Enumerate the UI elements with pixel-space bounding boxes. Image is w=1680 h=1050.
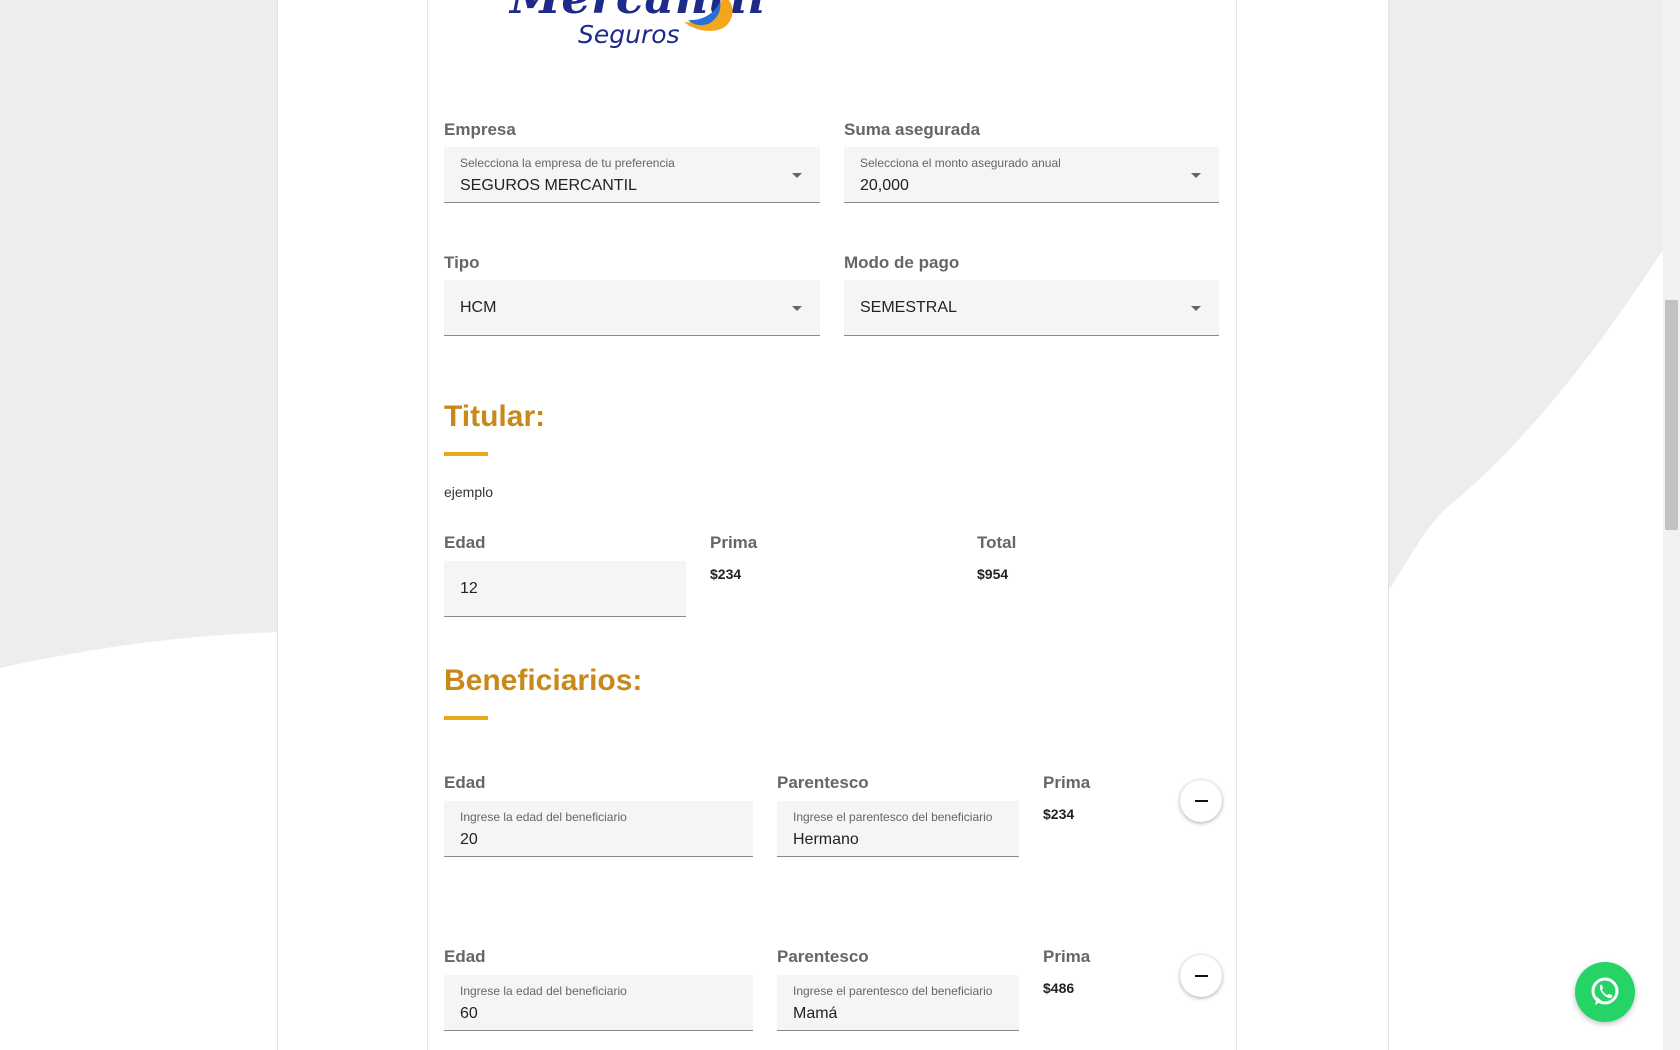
beneficiario-parentesco-label: Parentesco bbox=[777, 947, 869, 966]
titular-edad-label: Edad bbox=[444, 533, 486, 552]
beneficiario-edad-value: 20 bbox=[460, 831, 478, 848]
titular-prima-value: $234 bbox=[710, 566, 742, 582]
caret-down-icon bbox=[792, 173, 802, 178]
beneficiarios-title: Beneficiarios: bbox=[444, 664, 643, 697]
titular-total-label: Total bbox=[977, 533, 1017, 552]
caret-down-icon bbox=[792, 306, 802, 311]
beneficiario-prima-value: $234 bbox=[1043, 806, 1075, 822]
titular-total-value: $954 bbox=[977, 566, 1009, 582]
beneficiario-edad-label: Edad bbox=[444, 773, 486, 792]
beneficiarios-underline bbox=[444, 716, 488, 720]
remove-beneficiario-button[interactable] bbox=[1180, 780, 1222, 822]
beneficiario-parentesco-input[interactable]: Ingrese el parentesco del beneficiario H… bbox=[777, 801, 1019, 857]
beneficiario-edad-value: 60 bbox=[460, 1005, 478, 1022]
minus-icon bbox=[1194, 800, 1208, 802]
suma-value: 20,000 bbox=[860, 177, 909, 194]
remove-beneficiario-button[interactable] bbox=[1180, 955, 1222, 997]
titular-edad-value: 12 bbox=[460, 580, 478, 597]
beneficiario-edad-label: Edad bbox=[444, 947, 486, 966]
beneficiario-parentesco-input[interactable]: Ingrese el parentesco del beneficiario M… bbox=[777, 975, 1019, 1031]
empresa-hint: Selecciona la empresa de tu preferencia bbox=[460, 156, 675, 170]
titular-underline bbox=[444, 452, 488, 456]
empresa-label: Empresa bbox=[444, 120, 516, 139]
suma-hint: Selecciona el monto asegurado anual bbox=[860, 156, 1061, 170]
caret-down-icon bbox=[1191, 306, 1201, 311]
whatsapp-icon bbox=[1591, 977, 1619, 1005]
tipo-value: HCM bbox=[460, 299, 497, 316]
beneficiario-parentesco-label: Parentesco bbox=[777, 773, 869, 792]
brand-wing-icon bbox=[684, 0, 733, 31]
beneficiario-edad-input[interactable]: Ingrese la edad del beneficiario 60 bbox=[444, 975, 753, 1031]
empresa-select[interactable]: Selecciona la empresa de tu preferencia … bbox=[444, 147, 820, 203]
titular-edad-input[interactable]: 12 bbox=[444, 561, 686, 617]
beneficiario-edad-hint: Ingrese la edad del beneficiario bbox=[460, 984, 627, 998]
titular-prima-label: Prima bbox=[710, 533, 758, 552]
beneficiario-prima-value: $486 bbox=[1043, 980, 1075, 996]
beneficiario-parentesco-hint: Ingrese el parentesco del beneficiario bbox=[793, 810, 993, 824]
beneficiario-parentesco-value: Hermano bbox=[793, 831, 859, 848]
scrollbar-thumb[interactable] bbox=[1665, 300, 1678, 530]
beneficiario-prima-label: Prima bbox=[1043, 947, 1091, 966]
suma-label: Suma asegurada bbox=[844, 120, 981, 139]
modo-value: SEMESTRAL bbox=[860, 299, 957, 316]
suma-select[interactable]: Selecciona el monto asegurado anual 20,0… bbox=[844, 147, 1219, 203]
tipo-select[interactable]: HCM bbox=[444, 280, 820, 336]
titular-name: ejemplo bbox=[444, 484, 494, 500]
beneficiario-parentesco-value: Mamá bbox=[793, 1005, 838, 1022]
beneficiario-parentesco-hint: Ingrese el parentesco del beneficiario bbox=[793, 984, 993, 998]
tipo-label: Tipo bbox=[444, 253, 480, 272]
modo-label: Modo de pago bbox=[844, 253, 960, 272]
whatsapp-chat-button[interactable] bbox=[1575, 962, 1635, 1022]
beneficiario-prima-label: Prima bbox=[1043, 773, 1091, 792]
brand-subtitle: Seguros bbox=[578, 20, 680, 49]
titular-title: Titular: bbox=[444, 400, 546, 433]
beneficiario-edad-input[interactable]: Ingrese la edad del beneficiario 20 bbox=[444, 801, 753, 857]
scrollbar[interactable] bbox=[1663, 0, 1680, 1050]
minus-icon bbox=[1194, 975, 1208, 977]
empresa-value: SEGUROS MERCANTIL bbox=[460, 177, 637, 194]
beneficiario-edad-hint: Ingrese la edad del beneficiario bbox=[460, 810, 627, 824]
modo-select[interactable]: SEMESTRAL bbox=[844, 280, 1219, 336]
caret-down-icon bbox=[1191, 173, 1201, 178]
